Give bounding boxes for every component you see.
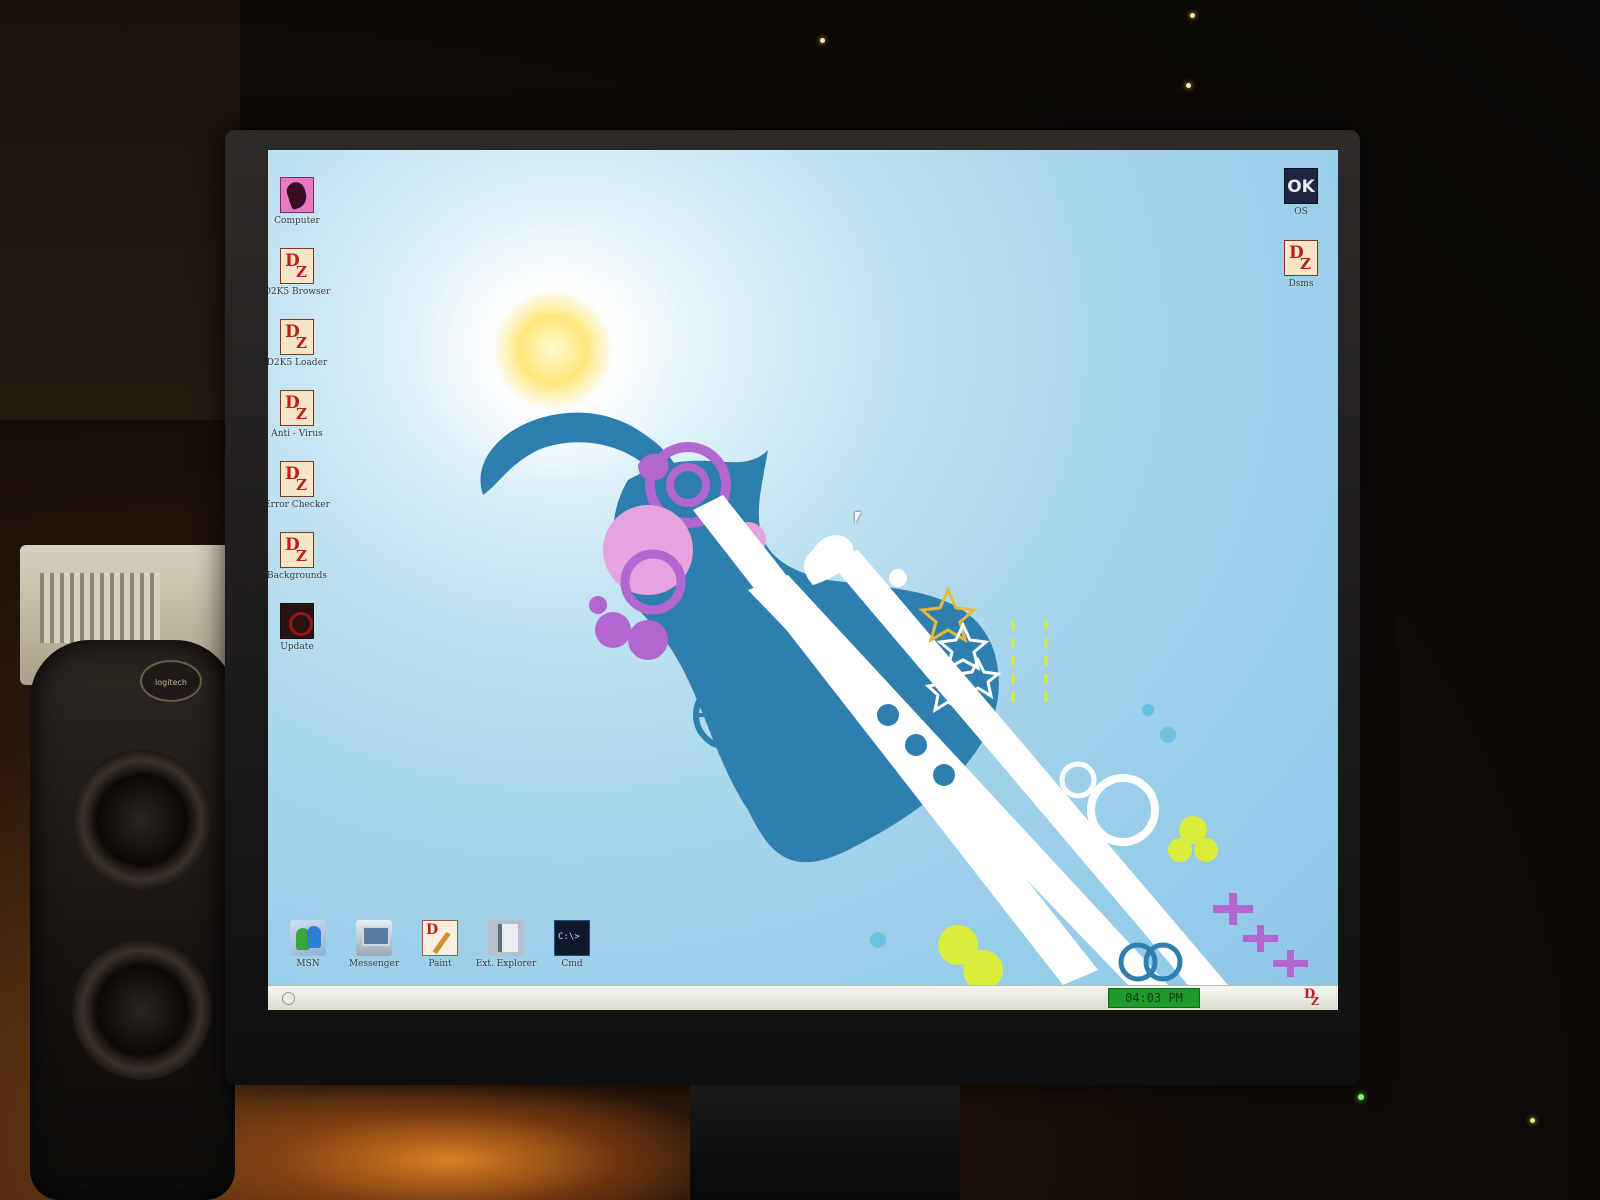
printer-vent bbox=[40, 573, 160, 643]
paint-icon bbox=[422, 920, 458, 956]
desktop-icon-label: Error Checker bbox=[268, 500, 330, 510]
messenger-icon bbox=[356, 920, 392, 956]
desktop-screen[interactable]: Computer D2K5 Browser D2K5 Loader Anti -… bbox=[268, 150, 1338, 1010]
desktop-icon-d2k5-loader[interactable]: D2K5 Loader bbox=[268, 319, 332, 368]
speaker-tweeter bbox=[72, 750, 212, 890]
desktop-icon-ok[interactable]: OK OS bbox=[1266, 168, 1336, 217]
explorer-icon bbox=[488, 920, 524, 956]
desktop-icon-label: Backgrounds bbox=[268, 571, 327, 581]
dock-icon-explorer[interactable]: Ext. Explorer bbox=[471, 920, 541, 969]
speaker-brand-badge: logitech bbox=[140, 660, 202, 702]
command-prompt-icon bbox=[554, 920, 590, 956]
desk-lamp-glow bbox=[150, 1080, 750, 1200]
speaker-woofer bbox=[72, 940, 212, 1080]
desktop-icon-dsms[interactable]: Dsms bbox=[1266, 240, 1336, 289]
d2k5-logo-icon[interactable] bbox=[1304, 987, 1322, 1008]
dock-icon-label: MSN bbox=[296, 959, 320, 969]
device-led bbox=[1530, 1118, 1535, 1123]
ok-icon: OK bbox=[1284, 168, 1318, 204]
desktop-icon-anti-virus[interactable]: Anti - Virus bbox=[268, 390, 332, 439]
d2k5-logo-icon bbox=[1284, 240, 1318, 276]
msn-messenger-icon bbox=[290, 920, 326, 956]
room-background: logitech Computer D Z D2K5 Browser D Z D… bbox=[0, 0, 1600, 1200]
desktop-icon-backgrounds[interactable]: Backgrounds bbox=[268, 532, 332, 581]
desktop-icon-label: Computer bbox=[274, 216, 320, 226]
ceiling-light bbox=[820, 38, 825, 43]
d2k5-logo-icon bbox=[280, 319, 314, 355]
d2k5-logo-icon bbox=[280, 461, 314, 497]
desktop-icon-error-checker[interactable]: Error Checker bbox=[268, 461, 332, 510]
desktop-icon-computer[interactable]: Computer bbox=[268, 177, 332, 226]
desktop-wallpaper bbox=[418, 215, 1308, 985]
desktop-icon-label: Update bbox=[280, 642, 314, 652]
dock-icon-cmd[interactable]: Cmd bbox=[537, 920, 607, 969]
d2k5-logo-icon bbox=[280, 532, 314, 568]
dock-icon-label: Ext. Explorer bbox=[475, 959, 537, 969]
monitor-power-led bbox=[1358, 1094, 1364, 1100]
desktop-icon-label: D2K5 Loader bbox=[268, 358, 328, 368]
desktop-icon-label: Anti - Virus bbox=[271, 429, 323, 439]
d2k5-logo-icon bbox=[280, 390, 314, 426]
monitor-stand bbox=[690, 1085, 960, 1200]
ceiling-light bbox=[1190, 13, 1195, 18]
ceiling-light bbox=[1186, 83, 1191, 88]
dock-icon-msn[interactable]: MSN bbox=[273, 920, 343, 969]
desktop-icon-d2k5-browser[interactable]: D2K5 Browser bbox=[268, 248, 332, 297]
update-icon bbox=[280, 603, 314, 639]
computer-icon bbox=[280, 177, 314, 213]
d2k5-logo-icon bbox=[280, 248, 314, 284]
desktop-icon-label: OS bbox=[1294, 207, 1308, 217]
wall bbox=[0, 0, 240, 420]
mouse-cursor-icon bbox=[855, 512, 861, 524]
dock-icon-paint[interactable]: Paint bbox=[405, 920, 475, 969]
desktop-icon-label: Dsms bbox=[1288, 279, 1314, 289]
dock-icon-messenger[interactable]: Messenger bbox=[339, 920, 409, 969]
dock-icon-label: Cmd bbox=[561, 959, 583, 969]
start-button[interactable] bbox=[282, 992, 295, 1005]
speaker: logitech bbox=[30, 640, 235, 1200]
taskbar: 04:03 PM bbox=[268, 985, 1338, 1010]
desktop-icon-label: D2K5 Browser bbox=[268, 287, 331, 297]
taskbar-clock[interactable]: 04:03 PM bbox=[1108, 988, 1200, 1008]
dock-icon-label: Messenger bbox=[348, 959, 400, 969]
desktop-icon-update[interactable]: Update bbox=[268, 603, 332, 652]
dock-icon-label: Paint bbox=[428, 959, 452, 969]
